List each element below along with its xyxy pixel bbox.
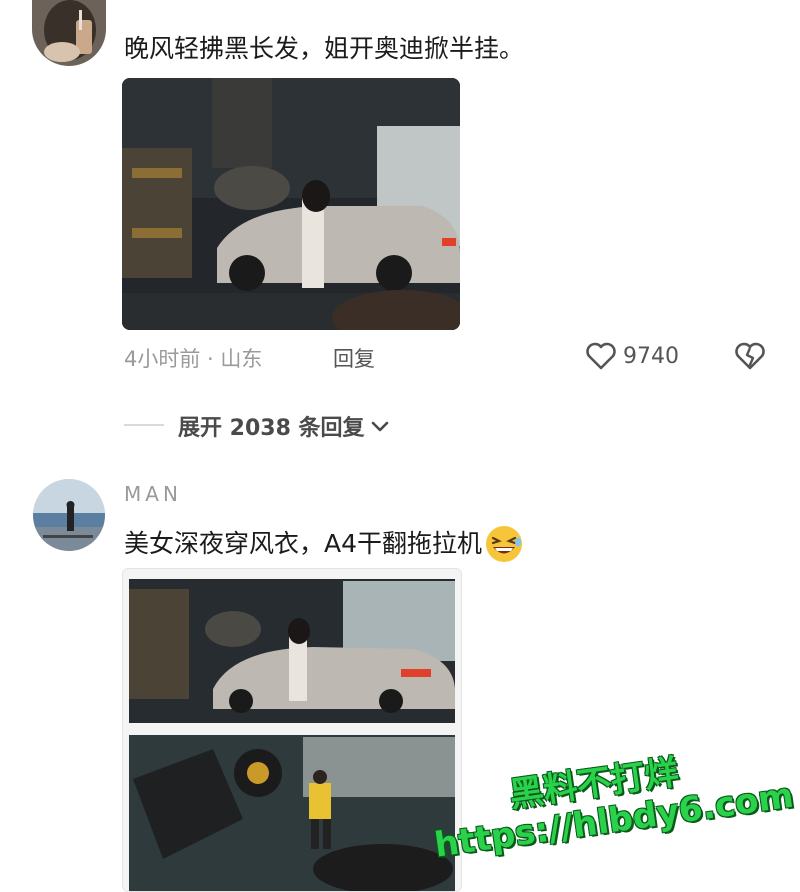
comment1-text: 晚风轻拂黑长发，姐开奥迪掀半挂。 — [124, 34, 525, 63]
car-accident-photo — [122, 78, 460, 330]
comment1-dislike-button[interactable] — [734, 341, 766, 375]
comment2-text: 美女深夜穿风衣，A4干翻拖拉机 — [124, 529, 483, 558]
comment1-like-button[interactable]: 9740 — [585, 340, 679, 372]
expand-replies-label: 展开 2038 条回复 — [178, 416, 365, 441]
avatar-image — [33, 479, 105, 551]
comment2-text-row: 美女深夜穿风衣，A4干翻拖拉机 — [124, 524, 524, 564]
avatar-image — [32, 0, 106, 66]
broken-heart-icon — [735, 342, 765, 370]
chevron-down-icon — [371, 421, 388, 432]
expand-divider — [124, 424, 164, 426]
expand-replies-button[interactable]: 展开 2038 条回复 — [178, 410, 391, 442]
comment1-meta: 4小时前 · 山东 — [124, 347, 263, 371]
comment1-like-count: 9740 — [623, 343, 679, 369]
comment2-username[interactable]: MAN — [124, 482, 182, 506]
heart-outline-icon — [586, 342, 616, 370]
comment2-photo-card[interactable] — [122, 568, 462, 892]
avatar-comment1[interactable] — [32, 0, 106, 66]
comment1-reply-button[interactable]: 回复 — [333, 343, 375, 373]
avatar-comment2[interactable] — [33, 479, 105, 551]
laughing-emoji-icon — [484, 524, 524, 564]
comment1-photo[interactable] — [122, 78, 460, 330]
accident-collage-photo — [123, 569, 461, 891]
